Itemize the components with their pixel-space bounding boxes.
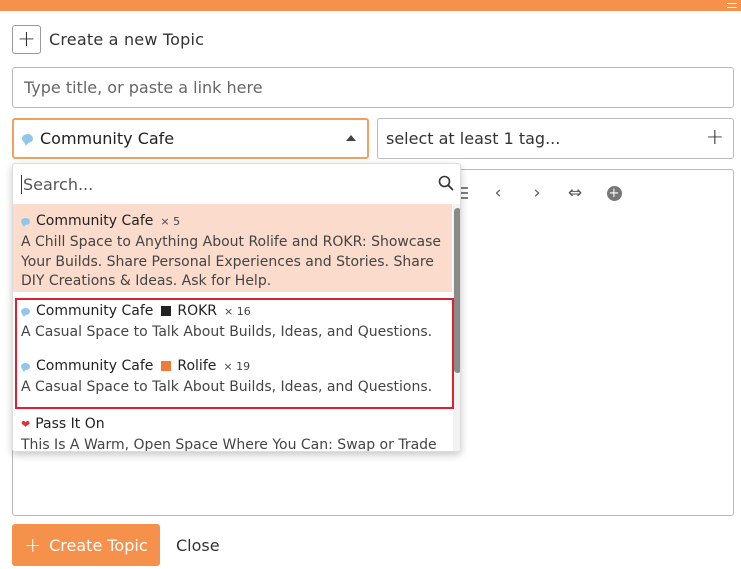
category-option[interactable]: ❤ Pass It On This Is A Warm, Open Space … [13,402,452,452]
chat-bubble-icon [21,362,30,372]
option-name: Community Cafe [36,303,154,319]
tag-placeholder: select at least 1 tag... [386,129,561,148]
composer-title: Create a new Topic [49,29,205,49]
top-resize-bar[interactable] [0,0,741,11]
create-topic-button[interactable]: + Create Topic [12,524,160,566]
toolbar-more-icon[interactable]: + [604,183,624,203]
chat-bubble-icon [21,307,30,317]
grip-icon[interactable] [727,3,737,8]
category-selector[interactable]: Community Cafe [12,118,369,159]
option-description: A Chill Space to Anything About Rolife a… [21,234,442,289]
option-tag: Rolife [177,358,217,374]
chat-bubble-icon [22,134,33,146]
plus-icon[interactable]: + [12,24,41,54]
plus-circle-icon: + [606,185,622,201]
heart-icon: ❤ [21,417,31,431]
tag-selector[interactable]: select at least 1 tag... + [377,118,734,159]
chevron-left-icon[interactable]: ‹ [488,183,508,203]
option-description: This Is A Warm, Open Space Where You Can… [21,437,437,452]
topic-title-input[interactable] [12,67,734,108]
option-name: Community Cafe [36,213,154,229]
chat-bubble-icon [21,217,30,227]
dropdown-scrollbar[interactable] [453,204,460,451]
composer-header: + Create a new Topic [12,24,204,54]
category-option[interactable]: Community Cafe ROKR × 16 A Casual Space … [13,292,452,347]
search-icon[interactable] [438,175,454,191]
option-count: × 16 [224,304,251,318]
tag-color-square [161,306,172,316]
category-option[interactable]: Community Cafe Rolife × 19 A Casual Spac… [13,347,452,402]
selected-category: Community Cafe [40,129,175,148]
add-tag-icon[interactable]: + [706,125,724,150]
option-name: Pass It On [35,416,105,432]
option-name: Community Cafe [36,358,154,374]
option-count: × 19 [223,359,251,373]
create-topic-label: Create Topic [49,535,148,555]
caret-up-icon [346,135,356,141]
option-description: A Casual Space to Talk About Builds, Ide… [21,379,433,395]
chevron-right-icon[interactable]: › [527,183,547,203]
category-option[interactable]: Community Cafe × 5 A Chill Space to Anyt… [13,204,452,292]
option-tag: ROKR [177,303,218,319]
tag-color-square [161,361,172,371]
option-count: × 5 [160,214,181,228]
swap-arrows-icon[interactable]: ⇔ [565,183,585,203]
category-dropdown: Community Cafe × 5 A Chill Space to Anyt… [12,163,461,452]
plus-icon: + [24,533,42,557]
scroll-thumb[interactable] [454,208,460,373]
dropdown-search-row [13,164,460,204]
category-search-input[interactable] [21,174,421,194]
close-button[interactable]: Close [166,524,230,566]
category-option-list: Community Cafe × 5 A Chill Space to Anyt… [13,204,452,452]
option-description: A Casual Space to Talk About Builds, Ide… [21,324,433,340]
